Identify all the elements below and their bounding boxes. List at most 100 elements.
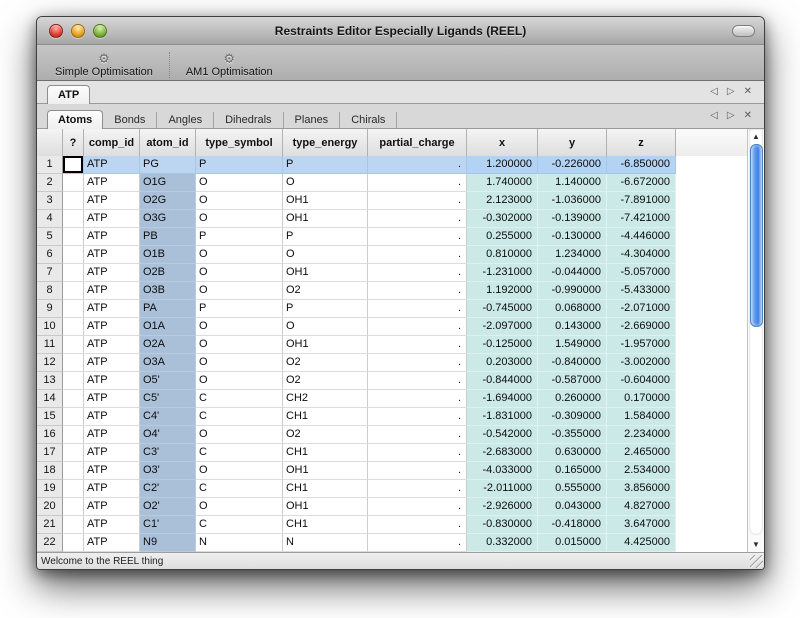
cell-type-symbol[interactable]: O (196, 426, 283, 444)
cell-comp-id[interactable]: ATP (84, 444, 140, 462)
cell-comp-id[interactable]: ATP (84, 408, 140, 426)
cell-partial-charge[interactable]: . (368, 408, 467, 426)
cell-partial-charge[interactable]: . (368, 534, 467, 552)
cell-y[interactable]: -0.587000 (538, 372, 607, 390)
cell-atom-id[interactable]: C2' (140, 480, 196, 498)
table-row[interactable]: 7ATPO2BOOH1.-1.231000-0.044000-5.057000 (37, 264, 676, 282)
cell-comp-id[interactable]: ATP (84, 246, 140, 264)
table-row[interactable]: 13ATPO5'OO2.-0.844000-0.587000-0.604000 (37, 372, 676, 390)
cell-x[interactable]: -2.011000 (467, 480, 538, 498)
table-row[interactable]: 6ATPO1BOO.0.8100001.234000-4.304000 (37, 246, 676, 264)
cell-flag[interactable] (63, 408, 84, 426)
cell-type-energy[interactable]: O2 (283, 372, 368, 390)
cell-type-energy[interactable]: OH1 (283, 210, 368, 228)
cell-type-symbol[interactable]: C (196, 480, 283, 498)
cell-type-symbol[interactable]: N (196, 534, 283, 552)
table-row[interactable]: 9ATPPAPP.-0.7450000.068000-2.071000 (37, 300, 676, 318)
cell-atom-id[interactable]: O2G (140, 192, 196, 210)
cell-atom-id[interactable]: O3A (140, 354, 196, 372)
cell-x[interactable]: 0.203000 (467, 354, 538, 372)
cell-x[interactable]: 1.200000 (467, 156, 538, 174)
cell-y[interactable]: 1.549000 (538, 336, 607, 354)
cell-atom-id[interactable]: PG (140, 156, 196, 174)
column-header-x[interactable]: x (467, 129, 538, 156)
cell-comp-id[interactable]: ATP (84, 192, 140, 210)
cell-partial-charge[interactable]: . (368, 372, 467, 390)
cell-z[interactable]: -3.002000 (607, 354, 676, 372)
cell-type-symbol[interactable]: C (196, 390, 283, 408)
cell-atom-id[interactable]: O2A (140, 336, 196, 354)
scrollbar-thumb[interactable] (750, 144, 763, 327)
cell-x[interactable]: 1.740000 (467, 174, 538, 192)
table-row[interactable]: 3ATPO2GOOH1.2.123000-1.036000-7.891000 (37, 192, 676, 210)
cell-partial-charge[interactable]: . (368, 300, 467, 318)
cell-atom-id[interactable]: O1B (140, 246, 196, 264)
cell-y[interactable]: 1.140000 (538, 174, 607, 192)
cell-type-symbol[interactable]: O (196, 282, 283, 300)
toolbar-toggle-button[interactable] (732, 25, 755, 37)
cell-type-energy[interactable]: CH1 (283, 516, 368, 534)
cell-type-energy[interactable]: CH1 (283, 480, 368, 498)
cell-atom-id[interactable]: C3' (140, 444, 196, 462)
tab-scroll-left-icon[interactable]: ◁ (710, 87, 718, 97)
cell-y[interactable]: -0.418000 (538, 516, 607, 534)
resize-grip[interactable] (750, 555, 763, 568)
cell-type-energy[interactable]: CH1 (283, 444, 368, 462)
table-row[interactable]: 5ATPPBPP.0.255000-0.130000-4.446000 (37, 228, 676, 246)
table-row[interactable]: 22ATPN9NN.0.3320000.0150004.425000 (37, 534, 676, 552)
cell-y[interactable]: 0.068000 (538, 300, 607, 318)
tab-scroll-left-icon[interactable]: ◁ (710, 111, 718, 121)
cell-type-symbol[interactable]: O (196, 318, 283, 336)
cell-x[interactable]: -0.125000 (467, 336, 538, 354)
cell-z[interactable]: 2.465000 (607, 444, 676, 462)
cell-type-energy[interactable]: OH1 (283, 264, 368, 282)
cell-z[interactable]: 3.647000 (607, 516, 676, 534)
column-header-flag[interactable]: ? (63, 129, 84, 156)
minimize-window-button[interactable] (71, 24, 85, 38)
cell-type-symbol[interactable]: O (196, 354, 283, 372)
cell-y[interactable]: -0.130000 (538, 228, 607, 246)
cell-flag[interactable] (63, 318, 84, 336)
cell-y[interactable]: -0.990000 (538, 282, 607, 300)
cell-y[interactable]: 0.630000 (538, 444, 607, 462)
cell-partial-charge[interactable]: . (368, 228, 467, 246)
cell-type-energy[interactable]: CH2 (283, 390, 368, 408)
cell-flag[interactable] (63, 534, 84, 552)
cell-type-energy[interactable]: O (283, 246, 368, 264)
titlebar[interactable]: Restraints Editor Especially Ligands (RE… (37, 17, 764, 45)
cell-comp-id[interactable]: ATP (84, 498, 140, 516)
tab-scroll-right-icon[interactable]: ▷ (727, 111, 735, 121)
cell-flag[interactable] (63, 246, 84, 264)
cell-y[interactable]: -0.226000 (538, 156, 607, 174)
cell-atom-id[interactable]: O3' (140, 462, 196, 480)
cell-z[interactable]: -4.304000 (607, 246, 676, 264)
cell-atom-id[interactable]: C4' (140, 408, 196, 426)
cell-type-symbol[interactable]: O (196, 264, 283, 282)
cell-comp-id[interactable]: ATP (84, 318, 140, 336)
cell-x[interactable]: -0.745000 (467, 300, 538, 318)
table-row[interactable]: 11ATPO2AOOH1.-0.1250001.549000-1.957000 (37, 336, 676, 354)
tab-dihedrals[interactable]: Dihedrals (214, 112, 283, 128)
cell-atom-id[interactable]: PB (140, 228, 196, 246)
cell-partial-charge[interactable]: . (368, 282, 467, 300)
cell-partial-charge[interactable]: . (368, 210, 467, 228)
cell-partial-charge[interactable]: . (368, 444, 467, 462)
cell-z[interactable]: -2.071000 (607, 300, 676, 318)
cell-x[interactable]: -1.831000 (467, 408, 538, 426)
cell-type-symbol[interactable]: P (196, 156, 283, 174)
cell-x[interactable]: -0.844000 (467, 372, 538, 390)
cell-y[interactable]: -0.309000 (538, 408, 607, 426)
table-row[interactable]: 18ATPO3'OOH1.-4.0330000.1650002.534000 (37, 462, 676, 480)
tab-close-icon[interactable]: ✕ (744, 87, 752, 97)
cell-partial-charge[interactable]: . (368, 354, 467, 372)
cell-type-energy[interactable]: O (283, 174, 368, 192)
cell-z[interactable]: -1.957000 (607, 336, 676, 354)
cell-x[interactable]: -0.542000 (467, 426, 538, 444)
table-row[interactable]: 4ATPO3GOOH1.-0.302000-0.139000-7.421000 (37, 210, 676, 228)
cell-comp-id[interactable]: ATP (84, 300, 140, 318)
cell-type-symbol[interactable]: O (196, 246, 283, 264)
tab-chirals[interactable]: Chirals (340, 112, 397, 128)
cell-type-energy[interactable]: OH1 (283, 462, 368, 480)
cell-partial-charge[interactable]: . (368, 156, 467, 174)
tab-scroll-right-icon[interactable]: ▷ (727, 87, 735, 97)
